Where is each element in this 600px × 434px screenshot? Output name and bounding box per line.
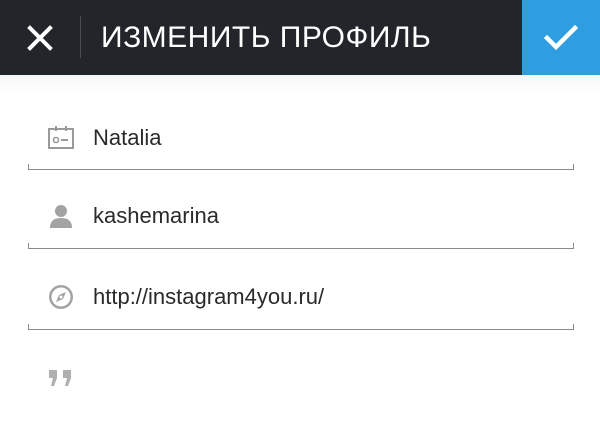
checkmark-icon [544, 24, 578, 50]
website-field[interactable]: http://instagram4you.ru/ [28, 282, 574, 342]
compass-icon [46, 282, 76, 312]
quote-icon [49, 370, 71, 386]
page-title: ИЗМЕНИТЬ ПРОФИЛЬ [101, 21, 432, 54]
user-icon [46, 201, 76, 231]
name-underline [28, 164, 574, 170]
confirm-button[interactable] [522, 0, 600, 75]
close-button[interactable] [0, 0, 80, 75]
website-underline [28, 324, 574, 330]
bio-field[interactable] [46, 365, 76, 389]
top-app-bar: ИЗМЕНИТЬ ПРОФИЛЬ [0, 0, 600, 75]
website-value: http://instagram4you.ru/ [93, 284, 325, 309]
name-card-icon [46, 123, 76, 153]
username-value: kashemarina [93, 203, 219, 228]
username-underline [28, 243, 574, 249]
edit-profile-form: Natalia kashemarina http://instagram4you… [0, 75, 600, 434]
header-divider [80, 16, 81, 58]
name-value: Natalia [93, 125, 162, 150]
name-field[interactable]: Natalia [28, 123, 574, 183]
close-icon [27, 24, 53, 51]
username-field[interactable]: kashemarina [28, 201, 574, 261]
